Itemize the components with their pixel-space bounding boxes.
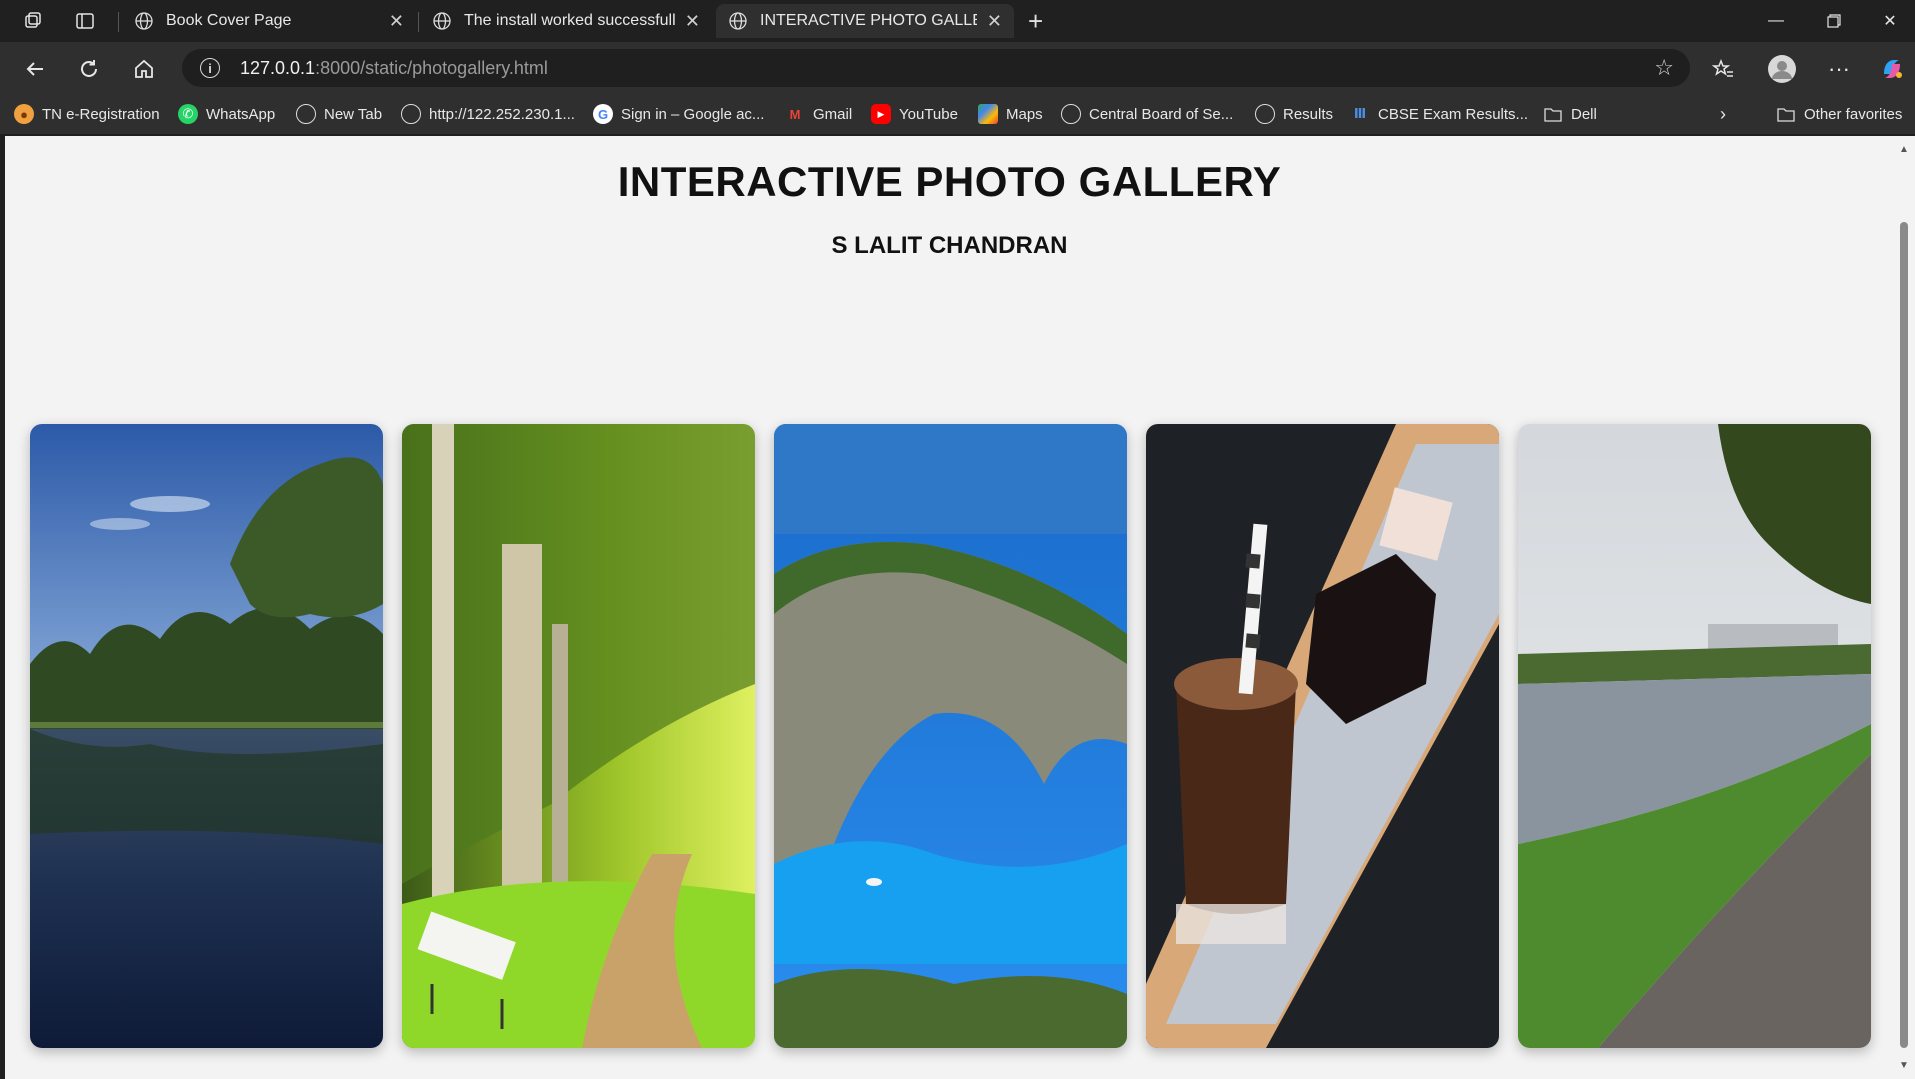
google-icon: G [593, 104, 613, 124]
site-info-icon[interactable]: i [200, 58, 220, 78]
profile-avatar-icon[interactable] [1765, 52, 1799, 86]
bookmark-new-tab[interactable]: New Tab [296, 102, 382, 126]
close-window-icon[interactable]: ✕ [1861, 0, 1915, 42]
bookmark-folder-dell[interactable]: Dell [1543, 102, 1597, 126]
close-tab-icon[interactable]: ✕ [987, 11, 1002, 32]
globe-icon [401, 104, 421, 124]
bookmark-maps[interactable]: Maps [978, 102, 1043, 126]
bookmark-google-sign-in[interactable]: G Sign in – Google ac... [593, 102, 764, 126]
whatsapp-icon: ✆ [178, 104, 198, 124]
new-tab-button[interactable]: + [1028, 6, 1043, 36]
scroll-down-arrow-icon[interactable]: ▼ [1899, 1060, 1909, 1071]
page-title: INTERACTIVE PHOTO GALLERY [617, 158, 1282, 205]
more-options-icon[interactable]: ··· [1822, 52, 1856, 86]
globe-icon [135, 12, 153, 30]
bookmark-cbse-results[interactable]: Ⅲ CBSE Exam Results... [1350, 102, 1528, 126]
page-scrollbar[interactable]: ▲ ▼ [1894, 136, 1915, 1079]
tab-book-cover-page[interactable]: Book Cover Page ✕ [122, 4, 416, 38]
workspaces-icon[interactable] [10, 0, 56, 42]
bookmark-central-board[interactable]: Central Board of Se... [1061, 102, 1233, 126]
cbse-icon: Ⅲ [1353, 106, 1367, 121]
gallery-photo-coast[interactable] [774, 424, 1127, 1048]
tab-title: INTERACTIVE PHOTO GALLERY [760, 12, 977, 29]
close-tab-icon[interactable]: ✕ [389, 11, 404, 32]
gallery-photo-chocolate-drink[interactable] [1146, 424, 1499, 1048]
photo-gallery [30, 424, 1876, 1048]
bookmark-ip-address[interactable]: http://122.252.230.1... [401, 102, 575, 126]
refresh-icon[interactable] [72, 52, 106, 86]
url-text[interactable]: 127.0.0.1:8000/static/photogallery.html [240, 58, 548, 79]
tab-actions-icon[interactable] [62, 0, 108, 42]
browser-title-bar: Book Cover Page ✕ The install worked suc… [0, 0, 1915, 42]
tab-title: Book Cover Page [166, 12, 292, 29]
gmail-icon: M [789, 106, 801, 122]
other-favorites-folder[interactable]: Other favorites [1776, 102, 1902, 126]
globe-icon [729, 12, 747, 30]
favorites-icon[interactable] [1706, 52, 1740, 86]
scroll-up-arrow-icon[interactable]: ▲ [1899, 144, 1909, 155]
bookmarks-bar: ● TN e-Registration ✆ WhatsApp New Tab h… [0, 94, 1915, 134]
youtube-icon: ▶ [871, 104, 891, 124]
address-bar[interactable]: i 127.0.0.1:8000/static/photogallery.htm… [182, 49, 1690, 87]
chevron-right-icon[interactable]: › [1720, 102, 1726, 126]
minimize-icon[interactable]: — [1747, 0, 1805, 42]
bookmark-youtube[interactable]: ▶ YouTube [871, 102, 958, 126]
folder-icon [1776, 104, 1796, 124]
address-toolbar: i 127.0.0.1:8000/static/photogallery.htm… [0, 42, 1915, 94]
author-name: S LALIT CHANDRAN [831, 232, 1068, 259]
tn-logo-icon: ● [14, 104, 34, 124]
maps-icon [978, 104, 998, 124]
tab-install-worked[interactable]: The install worked successfully! Co ✕ [420, 4, 712, 38]
tab-photo-gallery[interactable]: INTERACTIVE PHOTO GALLERY ✕ [716, 4, 1014, 38]
tab-title: The install worked successfully! Co [464, 12, 675, 29]
bookmark-tn-e-registration[interactable]: ● TN e-Registration [14, 102, 160, 126]
scroll-thumb[interactable] [1900, 222, 1908, 1048]
globe-icon [1061, 104, 1081, 124]
copilot-icon[interactable] [1875, 52, 1909, 86]
bookmark-results[interactable]: Results [1255, 102, 1333, 126]
close-tab-icon[interactable]: ✕ [685, 11, 700, 32]
restore-icon[interactable] [1805, 0, 1863, 42]
gallery-photo-riverside[interactable] [1518, 424, 1871, 1048]
globe-icon [296, 104, 316, 124]
globe-icon [1255, 104, 1275, 124]
bookmark-whatsapp[interactable]: ✆ WhatsApp [178, 102, 275, 126]
favorite-star-icon[interactable]: ☆ [1654, 55, 1674, 81]
bookmark-gmail[interactable]: M Gmail [785, 102, 853, 126]
gallery-photo-lake[interactable] [30, 424, 383, 1048]
page-content: INTERACTIVE PHOTO GALLERY S LALIT CHANDR… [5, 136, 1894, 1079]
gallery-photo-park-path[interactable] [402, 424, 755, 1048]
back-icon[interactable] [18, 52, 52, 86]
globe-icon [433, 12, 451, 30]
home-icon[interactable] [127, 52, 161, 86]
folder-icon [1543, 104, 1563, 124]
